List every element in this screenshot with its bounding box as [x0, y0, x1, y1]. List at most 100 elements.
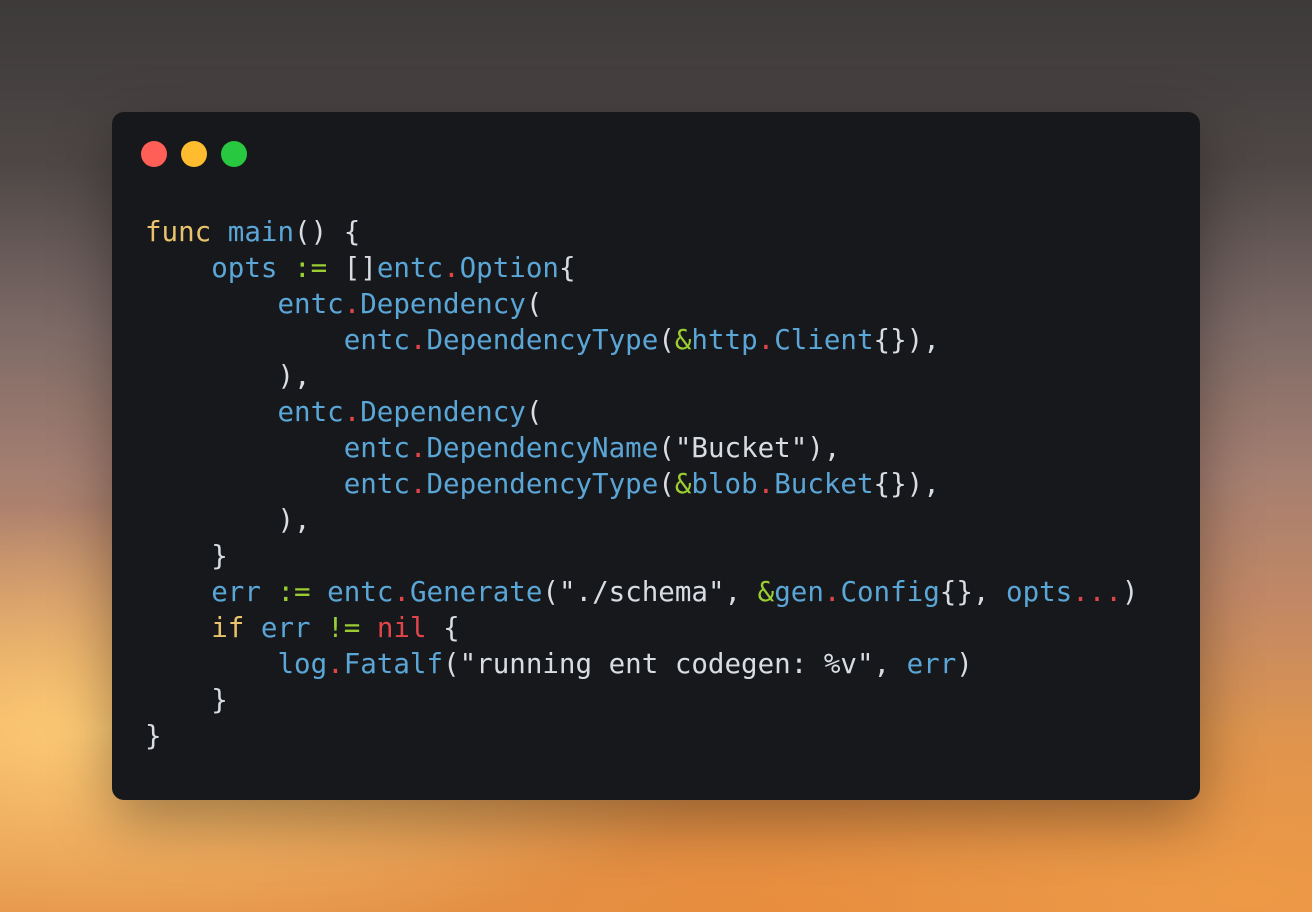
- code-token: :=: [277, 576, 311, 608]
- code-token: ...: [1072, 576, 1122, 608]
- code-token: .: [409, 324, 427, 356]
- code-window: func main() { opts := []entc.Option{ ent…: [112, 112, 1200, 800]
- code-token: err: [260, 612, 311, 644]
- code-token: blob: [691, 468, 758, 500]
- code-token: DependencyType: [426, 468, 659, 500]
- code-token: ("Bucket"),: [658, 432, 841, 464]
- code-token: entc: [343, 324, 410, 356]
- code-token: main: [227, 216, 295, 248]
- code-token: }: [145, 684, 228, 716]
- code-line: entc.DependencyType(&blob.Bucket{}),: [145, 466, 1138, 502]
- code-token: .: [409, 468, 427, 500]
- code-token: {: [558, 252, 576, 284]
- code-token: Generate: [409, 576, 543, 608]
- code-line: ),: [145, 502, 1138, 538]
- code-token: if: [211, 612, 245, 644]
- code-line: log.Fatalf("running ent codegen: %v", er…: [145, 646, 1138, 682]
- code-token: !=: [327, 612, 361, 644]
- code-token: DependencyType: [426, 324, 659, 356]
- code-token: func: [145, 216, 212, 248]
- code-token: Dependency: [360, 288, 526, 320]
- code-token: ): [1121, 576, 1139, 608]
- code-token: &: [674, 468, 692, 500]
- code-token: opts: [211, 252, 278, 284]
- code-token: Dependency: [360, 396, 526, 428]
- code-token: (: [658, 324, 675, 356]
- code-token: {: [426, 612, 460, 644]
- code-line: }: [145, 718, 1138, 754]
- code-line: ),: [145, 358, 1138, 394]
- code-token: .: [393, 576, 410, 608]
- code-token: .: [409, 432, 427, 464]
- code-token: Fatalf: [343, 648, 444, 680]
- code-token: entc: [376, 252, 444, 284]
- code-token: .: [757, 468, 775, 500]
- minimize-window-button[interactable]: [181, 141, 207, 167]
- code-block: func main() { opts := []entc.Option{ ent…: [145, 214, 1138, 754]
- code-token: entc: [343, 468, 410, 500]
- code-token: ),: [145, 504, 311, 536]
- code-token: gen: [774, 576, 824, 608]
- code-token: err: [906, 648, 957, 680]
- code-token: {}),: [873, 324, 940, 356]
- code-line: func main() {: [145, 214, 1138, 250]
- code-token: (: [658, 468, 675, 500]
- code-token: &: [674, 324, 692, 356]
- code-token: nil: [376, 612, 427, 644]
- zoom-window-button[interactable]: [221, 141, 247, 167]
- code-token: http: [691, 324, 758, 356]
- code-token: {}),: [873, 468, 940, 500]
- code-token: .: [757, 324, 775, 356]
- code-line: entc.DependencyName("Bucket"),: [145, 430, 1138, 466]
- code-token: (: [525, 396, 543, 428]
- code-token: []: [327, 252, 377, 284]
- code-token: {},: [939, 576, 1007, 608]
- code-line: opts := []entc.Option{: [145, 250, 1138, 286]
- code-token: Option: [459, 252, 559, 284]
- code-token: () {: [294, 216, 361, 248]
- code-line: err := entc.Generate("./schema", &gen.Co…: [145, 574, 1138, 610]
- code-token: log: [277, 648, 328, 680]
- close-window-button[interactable]: [141, 141, 167, 167]
- code-line: }: [145, 538, 1138, 574]
- code-token: Bucket: [774, 468, 874, 500]
- code-token: err: [211, 576, 261, 608]
- code-token: DependencyName: [426, 432, 659, 464]
- code-token: ): [956, 648, 973, 680]
- code-token: ("running ent codegen: %v",: [443, 648, 907, 680]
- code-token: entc: [277, 396, 344, 428]
- code-line: entc.Dependency(: [145, 394, 1138, 430]
- code-token: Client: [774, 324, 874, 356]
- code-line: entc.DependencyType(&http.Client{}),: [145, 322, 1138, 358]
- code-token: .: [343, 288, 361, 320]
- code-token: &: [757, 576, 775, 608]
- code-line: entc.Dependency(: [145, 286, 1138, 322]
- code-token: .: [327, 648, 344, 680]
- code-token: entc: [327, 576, 394, 608]
- code-token: .: [823, 576, 841, 608]
- code-line: if err != nil {: [145, 610, 1138, 646]
- code-token: :=: [294, 252, 328, 284]
- code-token: entc: [277, 288, 344, 320]
- code-token: ),: [145, 360, 311, 392]
- code-token: opts: [1006, 576, 1073, 608]
- code-token: .: [343, 396, 361, 428]
- code-line: }: [145, 682, 1138, 718]
- code-token: .: [443, 252, 460, 284]
- code-token: }: [145, 540, 228, 572]
- code-token: entc: [343, 432, 410, 464]
- code-token: ("./schema",: [542, 576, 758, 608]
